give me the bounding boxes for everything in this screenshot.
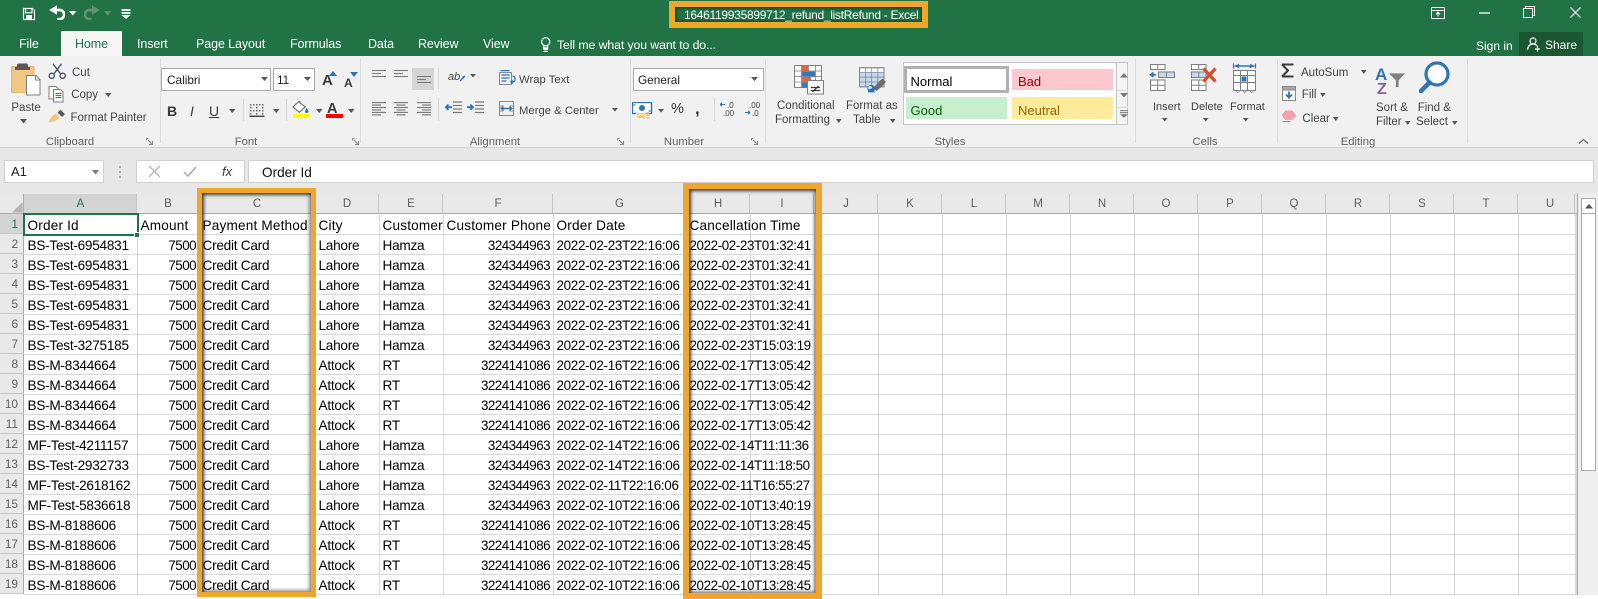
svg-text:.0: .0 [752, 109, 759, 116]
svg-text:.00: .00 [723, 109, 735, 116]
svg-text:ab: ab [448, 71, 460, 83]
svg-text:Z: Z [1377, 81, 1387, 94]
